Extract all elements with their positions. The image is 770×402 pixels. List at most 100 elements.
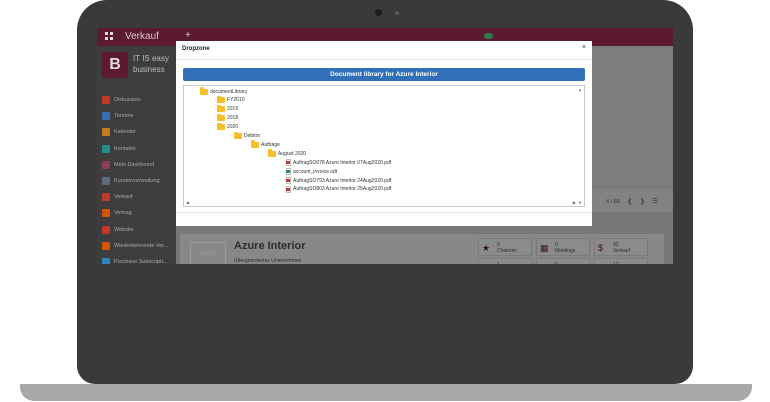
- brand-name: IT IS easy business: [133, 53, 169, 75]
- scroll-up-icon[interactable]: ▲: [578, 87, 582, 92]
- parent-company-label: Übergeordnetes Unternehmen: [234, 258, 302, 264]
- camera-icon: [375, 9, 382, 16]
- folder-icon: [251, 140, 259, 148]
- tree-file[interactable]: AuftragSO793 Azure Interior 24Aug2020.pd…: [285, 176, 391, 185]
- document-file-icon: [286, 168, 291, 176]
- sidebar: B IT IS easy business Diskussion Termine K…: [97, 46, 176, 264]
- app-icon: [102, 144, 110, 153]
- smart-button-value: 17: [613, 262, 619, 264]
- pager: 4 / 68 ❮ ❯ ☰: [606, 198, 658, 205]
- sidebar-item-label: Verkauf: [114, 194, 133, 201]
- sidebar-item-label: Purchase Subscripti...: [114, 258, 168, 264]
- folder-icon: [200, 87, 208, 95]
- quick-create-button[interactable]: +: [185, 30, 191, 41]
- app-title: Verkauf: [125, 31, 159, 42]
- sidebar-item[interactable]: Wiederkehrende Ver...: [97, 238, 176, 254]
- folder-icon: [217, 104, 225, 113]
- folder-icon: [217, 113, 225, 122]
- app-icon: [102, 160, 110, 169]
- tree-node-label: AuftragSO793 Azure Interior 24Aug2020.pd…: [293, 177, 392, 184]
- notification-badge[interactable]: [484, 33, 493, 39]
- previous-record-icon[interactable]: ❮: [627, 198, 632, 205]
- tree-file[interactable]: AuftragSO803 Azure Interior 25Aug2020.pd…: [285, 185, 391, 194]
- tree-folder[interactable]: FY2010: [217, 95, 245, 105]
- sidebar-item[interactable]: Purchase Subscripti...: [97, 254, 176, 264]
- sidebar-item-label: Kalender: [114, 129, 137, 136]
- apps-grid-icon[interactable]: [105, 32, 115, 42]
- tree-file[interactable]: AuftragSO078 Azure Interior 07Aug2020.pd…: [285, 158, 391, 167]
- brand-name-line1: IT IS easy: [133, 54, 169, 63]
- folder-icon: [217, 95, 225, 104]
- smart-button[interactable]: ★ 0 Chancen: [478, 238, 532, 256]
- app-icon: [102, 193, 110, 202]
- tree-node-label: August 2020: [278, 150, 307, 157]
- sidebar-item[interactable]: Kontakte: [97, 141, 176, 157]
- sidebar-item[interactable]: Verkauf: [97, 189, 176, 205]
- smart-button-value: 1: [497, 262, 500, 264]
- tree-folder[interactable]: 2018: [217, 113, 239, 123]
- tree-folder[interactable]: documentLibrary: [200, 87, 247, 96]
- tree-folder[interactable]: August 2020: [268, 149, 306, 158]
- sidebar-item[interactable]: Diskussion: [97, 92, 176, 108]
- sidebar-item-label: Kontakte: [114, 145, 136, 152]
- pdf-file-icon: [286, 185, 291, 193]
- app-icon: [102, 96, 110, 105]
- pdf-file-icon: [286, 159, 291, 167]
- smart-button[interactable]: ▬0: [536, 258, 590, 264]
- dialog-footer-divider: [176, 212, 592, 213]
- sidebar-item[interactable]: Termine: [97, 108, 176, 124]
- document-library-button[interactable]: Document library for Azure Interior: [183, 68, 585, 81]
- scroll-down-icon[interactable]: ▼: [578, 200, 582, 205]
- sidebar-item[interactable]: Website: [97, 222, 176, 238]
- sidebar-item-label: Diskussion: [114, 97, 141, 104]
- tree-node-label: FY2010: [227, 97, 245, 104]
- app-icon: [102, 241, 110, 250]
- tree-node-label: Debitor: [244, 133, 261, 139]
- dialog-header-divider: [176, 59, 592, 60]
- sidebar-item[interactable]: Kundenverwaltung: [97, 173, 176, 189]
- smart-button-label: Chancen: [497, 248, 518, 254]
- app-icon: [102, 128, 110, 137]
- sidebar-item[interactable]: Vertrag: [97, 205, 176, 221]
- close-icon[interactable]: ×: [582, 44, 586, 51]
- scroll-left-icon[interactable]: ◀: [186, 200, 189, 205]
- app-icon: [102, 112, 110, 121]
- smart-button-label: Verkauf: [613, 248, 630, 254]
- tree-folder[interactable]: Aufträge: [251, 140, 280, 149]
- file-tree[interactable]: ▲ ▼ ◀ ▶ documentLibrary FY2010 2019 2018 202…: [183, 85, 585, 207]
- laptop-base: [20, 384, 752, 401]
- tree-node-label: AuftragSO803 Azure Interior 25Aug2020.pd…: [293, 186, 392, 193]
- tree-node-label: 2018: [227, 115, 239, 122]
- sidebar-menu: Diskussion Termine Kalender Kontakte Mein Da…: [97, 92, 176, 264]
- sidebar-item[interactable]: Kalender: [97, 124, 176, 140]
- smart-button-icon: ▬: [598, 263, 607, 264]
- tree-node-label: AuftragSO078 Azure Interior 07Aug2020.pd…: [293, 159, 392, 166]
- tree-folder[interactable]: Debitor: [234, 131, 261, 141]
- brand-name-line2: business: [133, 65, 165, 74]
- sidebar-item[interactable]: Mein Dashboard: [97, 157, 176, 173]
- camera-sensor-icon: [395, 11, 399, 15]
- smart-button[interactable]: ▬ 17: [594, 258, 648, 264]
- app-icon: [102, 177, 110, 186]
- tree-node-label: documentLibrary: [210, 88, 248, 95]
- app-icon: [102, 209, 110, 218]
- partner-form: azure Azure Interior Übergeordnetes Unte…: [180, 234, 664, 264]
- more-options-icon[interactable]: ☰: [652, 198, 657, 205]
- tree-folder[interactable]: 2019: [217, 104, 239, 114]
- smart-button[interactable]: ▦ 0 Meetings: [536, 238, 590, 256]
- smart-button-label: Meetings: [555, 248, 576, 254]
- sidebar-item-label: Mein Dashboard: [114, 161, 155, 168]
- tree-file[interactable]: account_invoice.odt: [285, 167, 337, 176]
- smart-button[interactable]: ▲1: [478, 258, 532, 264]
- smart-button[interactable]: $92 Verkauf: [594, 238, 648, 256]
- smart-button-value: 0: [555, 262, 558, 264]
- tree-node-label: 2019: [227, 106, 239, 113]
- next-record-icon[interactable]: ❯: [640, 198, 645, 205]
- scroll-right-icon[interactable]: ▶: [573, 200, 576, 205]
- tree-node-label: 2020: [227, 124, 239, 131]
- folder-icon: [234, 131, 242, 139]
- sidebar-item-label: Website: [114, 226, 134, 233]
- tree-node-label: Aufträge: [261, 141, 280, 148]
- tree-folder[interactable]: 2020: [217, 122, 239, 132]
- folder-icon: [268, 149, 276, 157]
